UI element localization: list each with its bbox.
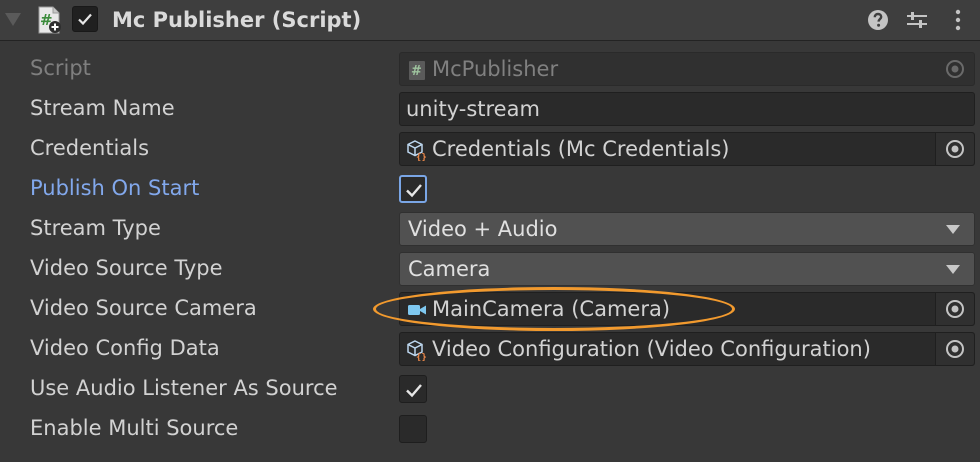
row-stream-type: Stream Type Video + Audio <box>0 209 980 249</box>
video-source-type-value: Camera <box>408 257 491 281</box>
cs-script-icon: # <box>409 61 425 80</box>
camera-icon <box>408 305 426 315</box>
svg-text:{}: {} <box>416 153 427 161</box>
row-script: Script # McPublisher <box>0 49 980 89</box>
component-header[interactable]: # Mc Publisher (Script) <box>0 0 980 41</box>
video-source-type-dropdown[interactable]: Camera <box>399 252 975 286</box>
publish-on-start-label: Publish On Start <box>30 176 200 200</box>
row-enable-multi-source: Enable Multi Source <box>0 409 980 449</box>
stream-name-value[interactable]: unity-stream <box>406 93 540 125</box>
video-config-data-label: Video Config Data <box>30 336 220 360</box>
scriptable-object-icon: {} <box>407 140 427 161</box>
enable-multi-source-checkbox[interactable] <box>399 415 427 443</box>
object-picker-icon <box>946 300 964 318</box>
dropdown-arrow-icon <box>946 265 960 274</box>
svg-text:#: # <box>411 64 422 79</box>
video-config-data-object-field[interactable]: {} Video Configuration (Video Configurat… <box>399 332 975 366</box>
credentials-label: Credentials <box>30 136 150 160</box>
stream-type-label: Stream Type <box>30 216 161 240</box>
stream-name-label: Stream Name <box>30 96 175 120</box>
dropdown-arrow-icon <box>946 225 960 234</box>
kebab-menu-icon[interactable] <box>946 8 970 32</box>
cs-script-icon: # <box>38 6 61 34</box>
stream-type-dropdown[interactable]: Video + Audio <box>399 212 975 246</box>
object-picker-icon <box>946 60 964 78</box>
row-video-source-type: Video Source Type Camera <box>0 249 980 289</box>
enable-multi-source-label: Enable Multi Source <box>30 416 239 440</box>
scriptable-object-icon: {} <box>407 340 427 361</box>
script-object-picker <box>936 53 974 85</box>
stream-name-input[interactable]: unity-stream <box>399 92 975 126</box>
use-audio-listener-label: Use Audio Listener As Source <box>30 376 338 400</box>
row-credentials: Credentials {} Credentials (Mc Credentia… <box>0 129 980 169</box>
row-use-audio-listener: Use Audio Listener As Source <box>0 369 980 409</box>
video-source-type-label: Video Source Type <box>30 256 223 280</box>
credentials-object-field[interactable]: {} Credentials (Mc Credentials) <box>399 132 975 166</box>
video-source-camera-object-picker[interactable] <box>935 293 974 325</box>
video-source-camera-value: MainCamera (Camera) <box>432 297 671 321</box>
script-value: McPublisher <box>432 57 559 81</box>
row-video-config-data: Video Config Data {} Video Configuration… <box>0 329 980 369</box>
check-icon <box>406 384 422 398</box>
help-icon[interactable] <box>866 8 890 32</box>
foldout-triangle-icon[interactable] <box>5 13 21 26</box>
row-stream-name: Stream Name unity-stream <box>0 89 980 129</box>
object-picker-icon <box>946 340 964 358</box>
svg-text:{}: {} <box>416 353 427 361</box>
script-field: # McPublisher <box>399 52 975 86</box>
row-video-source-camera: Video Source Camera MainCamera (Camera) <box>0 289 980 329</box>
check-icon <box>406 184 422 198</box>
object-picker-icon <box>946 140 964 158</box>
credentials-object-picker[interactable] <box>935 133 974 165</box>
video-config-data-value: Video Configuration (Video Configuration… <box>432 337 871 361</box>
script-label: Script <box>30 56 91 80</box>
presets-sliders-icon[interactable] <box>905 8 929 32</box>
use-audio-listener-checkbox[interactable] <box>399 375 427 403</box>
check-icon <box>78 13 92 26</box>
row-publish-on-start: Publish On Start <box>0 169 980 209</box>
video-source-camera-object-field[interactable]: MainCamera (Camera) <box>399 292 975 326</box>
inspector-panel: # Mc Publisher (Script) Script # McPubli… <box>0 0 980 462</box>
video-config-data-object-picker[interactable] <box>935 333 974 365</box>
component-enabled-checkbox[interactable] <box>72 6 98 32</box>
stream-type-value: Video + Audio <box>408 217 558 241</box>
component-title: Mc Publisher (Script) <box>112 8 362 32</box>
credentials-value: Credentials (Mc Credentials) <box>432 137 730 161</box>
publish-on-start-checkbox[interactable] <box>399 175 427 203</box>
video-source-camera-label: Video Source Camera <box>30 296 257 320</box>
